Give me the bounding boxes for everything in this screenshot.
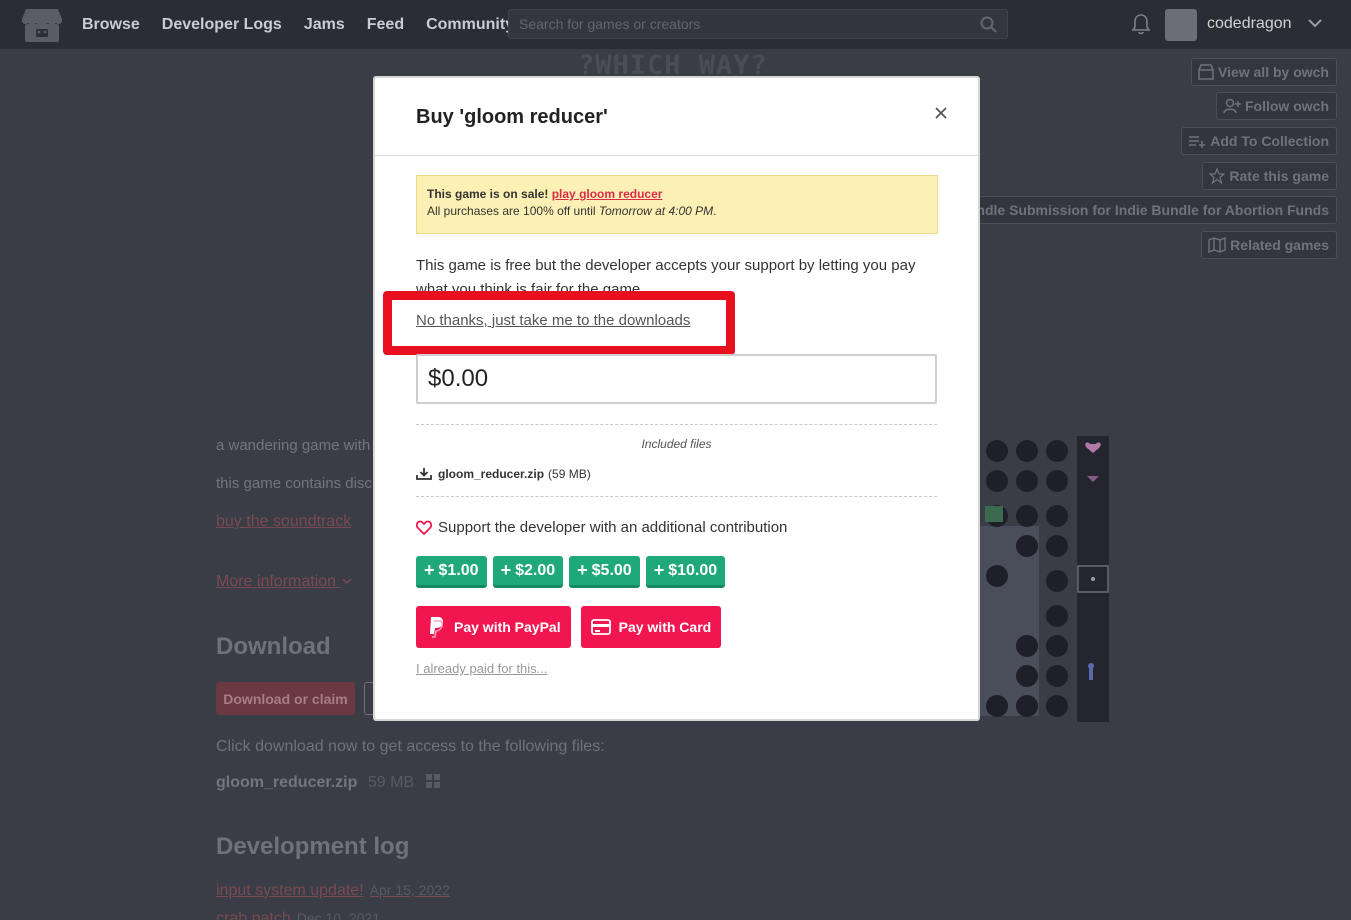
chevron-down-icon[interactable] bbox=[1306, 14, 1324, 37]
tip-1-button[interactable]: + $1.00 bbox=[416, 556, 487, 588]
devlog-entry[interactable]: input system update! Apr 15, 2022 bbox=[216, 882, 450, 900]
download-file-row: gloom_reducer.zip 59 MB bbox=[216, 773, 441, 792]
dialog-title: Buy 'gloom reducer' bbox=[416, 106, 608, 128]
payment-buttons: Pay with PayPal Pay with Card bbox=[416, 606, 722, 648]
tip-amount: $1.00 bbox=[438, 561, 479, 579]
tip-2-button[interactable]: + $2.00 bbox=[492, 556, 564, 588]
devlog-entry-date: Apr 15, 2022 bbox=[369, 882, 450, 898]
support-text: Support the developer with an additional… bbox=[438, 519, 788, 536]
paypal-icon bbox=[430, 617, 444, 638]
store-icon bbox=[1198, 64, 1214, 80]
follow-button[interactable]: Follow owch bbox=[1216, 92, 1337, 120]
price-input[interactable] bbox=[416, 354, 937, 404]
bundle-submission-label: to Bundle Submission for Indie Bundle fo… bbox=[940, 202, 1329, 218]
download-file-name: gloom_reducer.zip bbox=[216, 774, 358, 791]
heart-icon bbox=[416, 520, 432, 535]
search-box bbox=[508, 9, 1008, 39]
tip-amount: $5.00 bbox=[591, 561, 632, 579]
game-description-line: a wandering game with bbox=[216, 437, 371, 454]
dialog-header: Buy 'gloom reducer' bbox=[375, 78, 978, 156]
sale-game-link[interactable]: play gloom reducer bbox=[552, 187, 663, 201]
nav-developer-logs[interactable]: Developer Logs bbox=[162, 16, 282, 34]
included-files-label: Included files bbox=[641, 437, 712, 451]
view-all-by-button[interactable]: View all by owch bbox=[1190, 58, 1337, 86]
included-file-size: (59 MB) bbox=[548, 467, 591, 481]
user-plus-icon bbox=[1223, 98, 1241, 114]
devlog-entry-title[interactable]: input system update! bbox=[216, 882, 364, 899]
plus-icon: + bbox=[424, 560, 435, 580]
view-all-label: View all by owch bbox=[1217, 64, 1329, 80]
search-input[interactable] bbox=[509, 10, 1007, 38]
add-to-collection-label: Add To Collection bbox=[1210, 133, 1329, 149]
no-thanks-downloads-link[interactable]: No thanks, just take me to the downloads bbox=[416, 312, 690, 329]
sale-notice: This game is on sale! play gloom reducer… bbox=[416, 175, 938, 234]
download-or-claim-button[interactable]: Download or claim bbox=[216, 682, 355, 715]
buy-dialog: Buy 'gloom reducer' This game is on sale… bbox=[373, 76, 980, 721]
paypal-label: Pay with PayPal bbox=[454, 619, 561, 635]
sale-expiry-prefix: All purchases are 100% off until bbox=[427, 204, 599, 218]
pay-with-card-button[interactable]: Pay with Card bbox=[580, 606, 722, 648]
plus-icon: + bbox=[653, 560, 665, 580]
list-plus-icon bbox=[1189, 136, 1206, 148]
notification-bell-icon[interactable] bbox=[1131, 13, 1151, 40]
related-games-button[interactable]: Related games bbox=[1201, 231, 1337, 259]
avatar[interactable] bbox=[1165, 9, 1197, 41]
follow-label: Follow owch bbox=[1245, 98, 1329, 114]
devlog-entry-date: Dec 10, 2021 bbox=[296, 910, 381, 920]
tip-10-button[interactable]: + $10.00 bbox=[645, 556, 726, 588]
game-description-line: this game contains disc bbox=[216, 475, 372, 492]
star-icon bbox=[1209, 168, 1226, 184]
tip-buttons: + $1.00 + $2.00 + $5.00 + $10.00 bbox=[416, 556, 726, 588]
add-to-collection-button[interactable]: Add To Collection bbox=[1181, 127, 1337, 155]
included-file-row: gloom_reducer.zip (59 MB) bbox=[416, 467, 591, 481]
more-information-link[interactable]: More information bbox=[216, 573, 353, 591]
nav-feed[interactable]: Feed bbox=[367, 16, 404, 34]
download-heading: Download bbox=[216, 633, 331, 660]
search-icon[interactable] bbox=[980, 16, 997, 38]
nav-browse[interactable]: Browse bbox=[82, 16, 140, 34]
bundle-submission-button[interactable]: to Bundle Submission for Indie Bundle fo… bbox=[934, 196, 1337, 224]
chevron-down-icon bbox=[341, 578, 352, 585]
devlog-heading: Development log bbox=[216, 833, 410, 860]
soundtrack-link[interactable]: buy the soundtrack bbox=[216, 513, 351, 531]
pay-with-paypal-button[interactable]: Pay with PayPal bbox=[416, 606, 571, 648]
sale-expiry: All purchases are 100% off until Tomorro… bbox=[427, 203, 927, 220]
itch-logo-icon[interactable] bbox=[22, 7, 62, 43]
game-screenshot[interactable] bbox=[977, 436, 1109, 722]
nav-community[interactable]: Community bbox=[426, 16, 514, 34]
related-games-label: Related games bbox=[1230, 237, 1329, 253]
included-file-name: gloom_reducer.zip bbox=[438, 467, 545, 481]
credit-card-icon bbox=[590, 619, 611, 635]
sale-label: This game is on sale! bbox=[427, 187, 549, 201]
divider bbox=[416, 424, 937, 425]
windows-icon bbox=[425, 774, 440, 788]
plus-icon: + bbox=[500, 560, 512, 580]
download-icon bbox=[416, 468, 432, 480]
already-paid-link[interactable]: I already paid for this... bbox=[416, 661, 548, 676]
devlog-entry[interactable]: crab patch Dec 10, 2021 bbox=[216, 910, 380, 920]
sale-expiry-time: Tomorrow at 4:00 PM bbox=[598, 204, 714, 218]
top-navigation: Browse Developer Logs Jams Feed Communit… bbox=[0, 0, 1351, 49]
close-icon[interactable] bbox=[934, 106, 948, 125]
download-instructions: Click download now to get access to the … bbox=[216, 738, 605, 755]
devlog-entry-title[interactable]: crab patch bbox=[216, 910, 291, 920]
divider bbox=[416, 496, 937, 497]
nav-jams[interactable]: Jams bbox=[304, 16, 345, 34]
tip-amount: $2.00 bbox=[515, 561, 556, 579]
rate-game-label: Rate this game bbox=[1229, 168, 1329, 184]
username[interactable]: codedragon bbox=[1207, 15, 1292, 33]
support-row: Support the developer with an additional… bbox=[416, 519, 787, 536]
more-information-label: More information bbox=[216, 573, 337, 590]
download-file-size: 59 MB bbox=[367, 774, 415, 791]
card-label: Pay with Card bbox=[618, 619, 712, 635]
rate-game-button[interactable]: Rate this game bbox=[1202, 162, 1337, 190]
tip-amount: $10.00 bbox=[668, 561, 718, 579]
plus-icon: + bbox=[577, 560, 588, 580]
tip-5-button[interactable]: + $5.00 bbox=[569, 556, 640, 588]
sale-expiry-suffix: . bbox=[713, 204, 717, 218]
map-icon bbox=[1208, 237, 1226, 253]
